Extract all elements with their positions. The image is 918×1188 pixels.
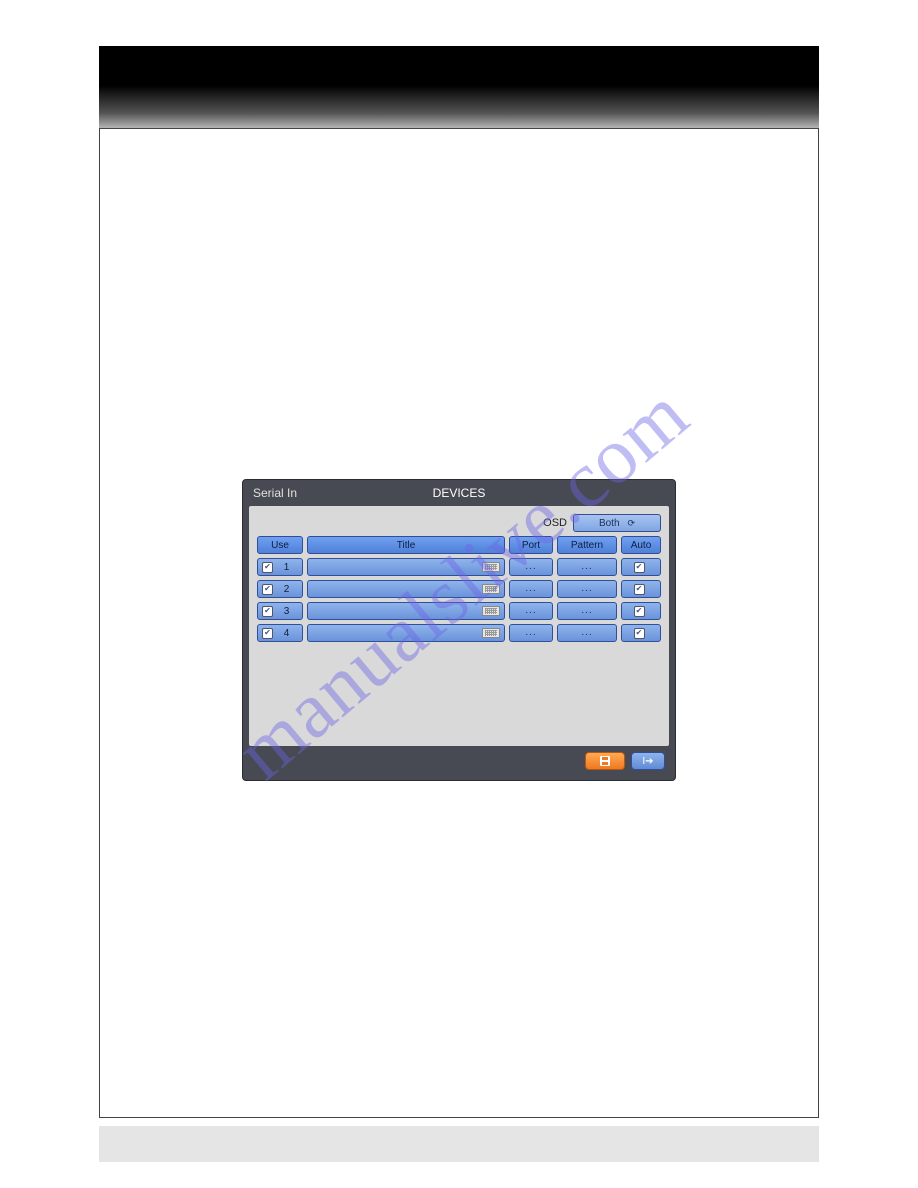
row-number: 3 xyxy=(277,606,302,617)
title-cell[interactable] xyxy=(307,580,505,598)
header-title[interactable]: Title xyxy=(307,536,505,554)
port-cell[interactable]: ... xyxy=(509,558,553,576)
row-number: 4 xyxy=(277,628,302,639)
table-row: 2 ... ... xyxy=(257,580,661,598)
auto-cell[interactable] xyxy=(621,580,661,598)
title-cell[interactable] xyxy=(307,558,505,576)
port-cell[interactable]: ... xyxy=(509,602,553,620)
header-port[interactable]: Port xyxy=(509,536,553,554)
osd-row: OSD Both ⟳ xyxy=(257,514,661,532)
save-button[interactable] xyxy=(585,752,625,770)
osd-value: Both xyxy=(599,518,620,529)
keyboard-icon xyxy=(482,584,500,594)
pattern-cell[interactable]: ... xyxy=(557,580,617,598)
keyboard-icon xyxy=(482,628,500,638)
row-number: 2 xyxy=(277,584,302,595)
disk-icon xyxy=(600,756,610,766)
dialog-body: OSD Both ⟳ Use Title Port Pattern Auto 1 xyxy=(249,506,669,746)
header-pattern[interactable]: Pattern xyxy=(557,536,617,554)
row-number: 1 xyxy=(277,562,302,573)
table-row: 3 ... ... xyxy=(257,602,661,620)
checkbox-icon xyxy=(634,606,645,617)
title-cell[interactable] xyxy=(307,624,505,642)
cycle-icon: ⟳ xyxy=(628,518,636,529)
page-content-frame: manualslive.com Serial In DEVICES OSD Bo… xyxy=(99,128,819,1118)
ellipsis-icon: ... xyxy=(525,630,536,636)
pattern-cell[interactable]: ... xyxy=(557,558,617,576)
checkbox-icon xyxy=(634,584,645,595)
page-footer-bar xyxy=(99,1126,819,1162)
port-cell[interactable]: ... xyxy=(509,624,553,642)
checkbox-icon xyxy=(262,584,273,595)
header-use[interactable]: Use xyxy=(257,536,303,554)
page-header-bar xyxy=(99,46,819,128)
checkbox-icon xyxy=(634,562,645,573)
auto-cell[interactable] xyxy=(621,602,661,620)
ellipsis-icon: ... xyxy=(525,586,536,592)
use-cell[interactable]: 2 xyxy=(257,580,303,598)
port-cell[interactable]: ... xyxy=(509,580,553,598)
title-cell[interactable] xyxy=(307,602,505,620)
dialog-title: DEVICES xyxy=(243,480,675,506)
table-row: 1 ... ... xyxy=(257,558,661,576)
auto-cell[interactable] xyxy=(621,624,661,642)
exit-icon: I➔ xyxy=(642,756,653,767)
devices-dialog: Serial In DEVICES OSD Both ⟳ Use Title P… xyxy=(242,479,676,781)
keyboard-icon xyxy=(482,606,500,616)
use-cell[interactable]: 3 xyxy=(257,602,303,620)
keyboard-icon xyxy=(482,562,500,572)
pattern-cell[interactable]: ... xyxy=(557,602,617,620)
pattern-cell[interactable]: ... xyxy=(557,624,617,642)
use-cell[interactable]: 1 xyxy=(257,558,303,576)
dialog-footer: I➔ xyxy=(243,746,675,776)
exit-button[interactable]: I➔ xyxy=(631,752,665,770)
ellipsis-icon: ... xyxy=(525,608,536,614)
checkbox-icon xyxy=(262,562,273,573)
checkbox-icon xyxy=(634,628,645,639)
ellipsis-icon: ... xyxy=(581,608,592,614)
use-cell[interactable]: 4 xyxy=(257,624,303,642)
table-row: 4 ... ... xyxy=(257,624,661,642)
ellipsis-icon: ... xyxy=(581,564,592,570)
ellipsis-icon: ... xyxy=(581,630,592,636)
table-header-row: Use Title Port Pattern Auto xyxy=(257,536,661,554)
ellipsis-icon: ... xyxy=(581,586,592,592)
osd-select[interactable]: Both ⟳ xyxy=(573,514,661,532)
checkbox-icon xyxy=(262,606,273,617)
checkbox-icon xyxy=(262,628,273,639)
header-auto[interactable]: Auto xyxy=(621,536,661,554)
osd-label: OSD xyxy=(543,517,567,529)
auto-cell[interactable] xyxy=(621,558,661,576)
ellipsis-icon: ... xyxy=(525,564,536,570)
